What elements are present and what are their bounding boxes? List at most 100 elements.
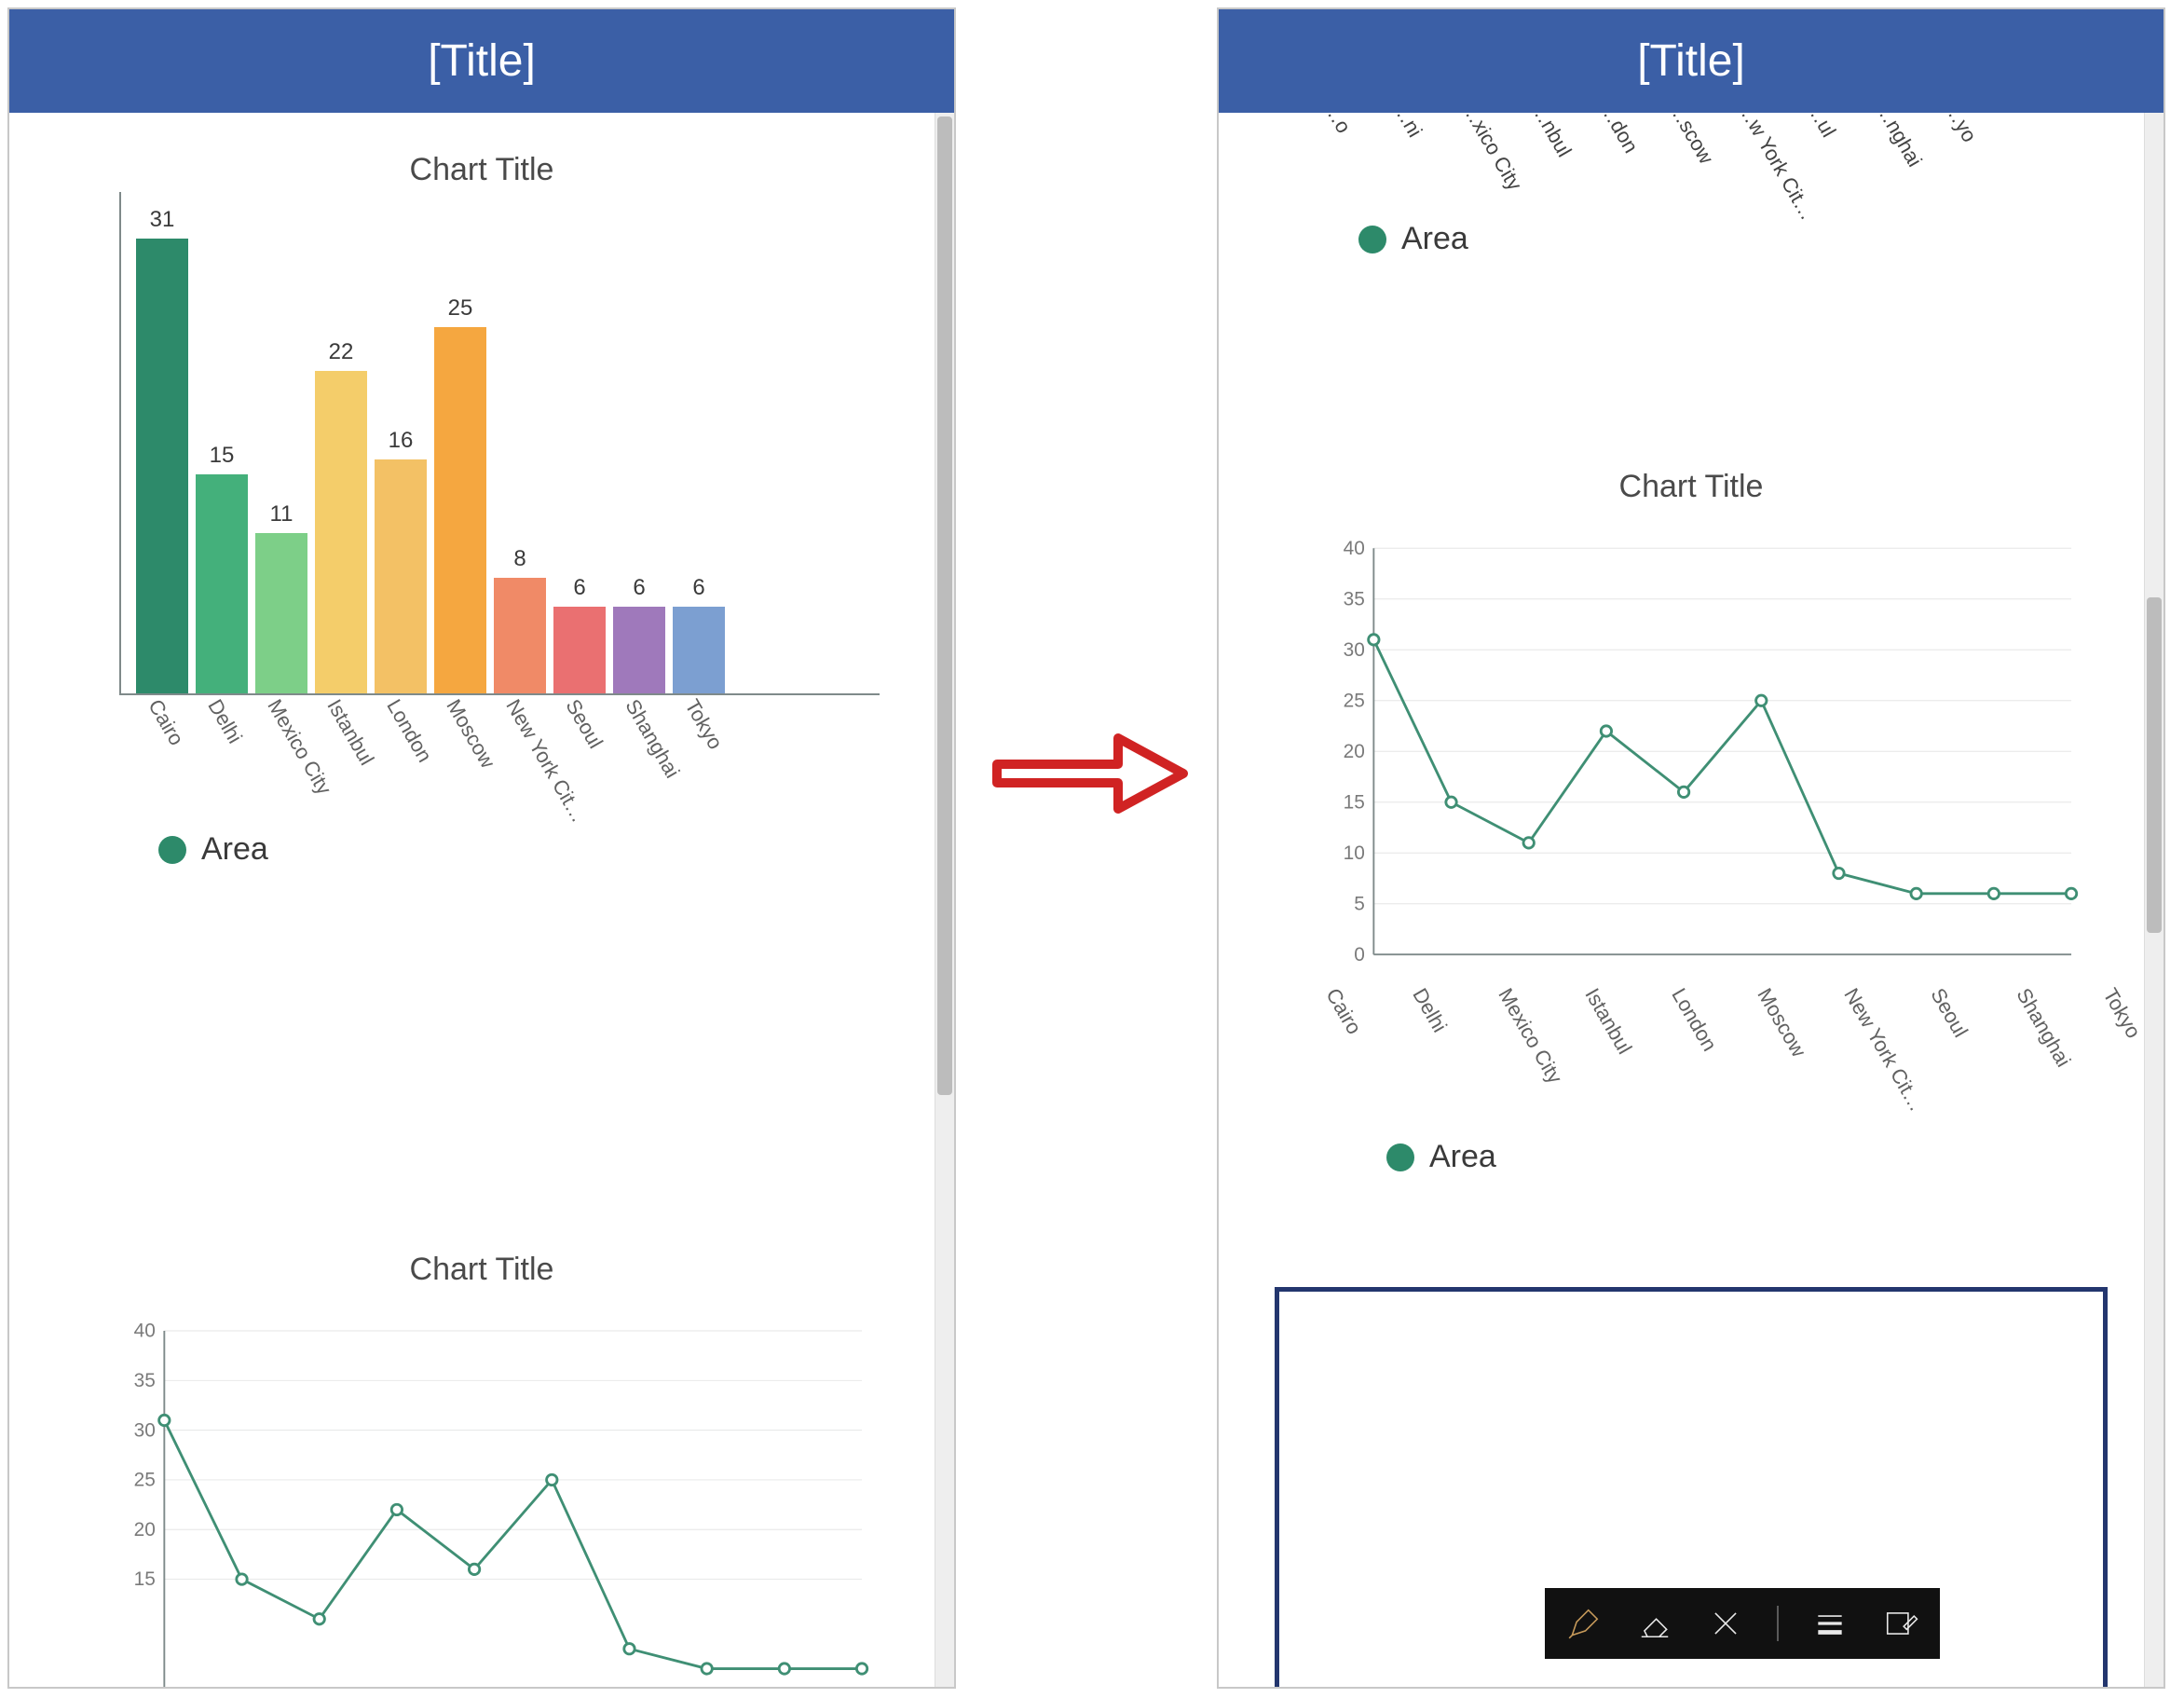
- line-series-marker[interactable]: [1756, 695, 1767, 705]
- line-series-marker[interactable]: [624, 1644, 635, 1654]
- x-tick-label-clipped: …ul: [1801, 113, 1840, 142]
- line-series-path: [164, 1420, 862, 1669]
- x-tick-label: Istanbul: [321, 695, 378, 770]
- bar-chart-block: Chart Title 3115112216258666 CairoDelhiM…: [47, 141, 917, 868]
- y-axis: [119, 192, 121, 695]
- x-tick-label: Shanghai: [2012, 984, 2076, 1072]
- y-tick-label: 30: [1344, 639, 1365, 661]
- x-tick-label: Shanghai: [620, 695, 684, 783]
- y-tick-label: 10: [1344, 842, 1365, 864]
- line-series-marker[interactable]: [856, 1664, 867, 1674]
- x-tick-label-clipped: …yo: [1939, 113, 1981, 146]
- line-series-marker[interactable]: [1601, 726, 1611, 736]
- scrollbar[interactable]: [2144, 113, 2164, 1687]
- line-series-marker[interactable]: [779, 1664, 789, 1674]
- line-series-marker[interactable]: [2066, 888, 2076, 898]
- bar[interactable]: 6: [673, 607, 725, 695]
- line-series-marker[interactable]: [702, 1664, 712, 1674]
- line-chart-canvas[interactable]: 4035302520151050: [1312, 527, 2089, 984]
- line-series-marker[interactable]: [1911, 888, 1921, 898]
- bar-value-label: 6: [633, 575, 645, 601]
- bar-fill: [613, 607, 665, 695]
- line-series-marker[interactable]: [1988, 888, 1999, 898]
- line-series-marker[interactable]: [1678, 787, 1688, 797]
- line-series-marker[interactable]: [469, 1564, 479, 1574]
- bar-fill: [673, 607, 725, 695]
- line-series-marker[interactable]: [1446, 797, 1456, 807]
- line-series-marker[interactable]: [159, 1415, 170, 1425]
- bar-x-labels: CairoDelhiMexico CityIstanbulLondonMosco…: [130, 695, 917, 807]
- bar-value-label: 31: [150, 207, 175, 233]
- bar[interactable]: 6: [553, 607, 606, 695]
- bar[interactable]: 22: [315, 371, 367, 695]
- eraser-tool-button[interactable]: [1635, 1604, 1674, 1643]
- y-tick-label: 35: [134, 1370, 156, 1391]
- left-body: Chart Title 3115112216258666 CairoDelhiM…: [9, 113, 954, 1687]
- legend-dot-icon: [1358, 226, 1386, 253]
- bar-fill: [494, 578, 546, 695]
- bar-fill: [375, 459, 427, 695]
- bar[interactable]: 8: [494, 578, 546, 695]
- scroll-thumb[interactable]: [937, 116, 952, 1095]
- bar[interactable]: 16: [375, 459, 427, 695]
- legend-dot-icon: [158, 836, 186, 864]
- line-series-marker[interactable]: [1523, 838, 1534, 848]
- legend: Area: [1386, 1139, 2126, 1175]
- close-tool-button[interactable]: [1706, 1604, 1745, 1643]
- y-tick-label: 35: [1344, 588, 1365, 609]
- bar-value-label: 6: [692, 575, 704, 601]
- bar[interactable]: 6: [613, 607, 665, 695]
- y-tick-label: 25: [134, 1470, 156, 1491]
- line-series-path: [1373, 639, 2071, 893]
- line-chart-canvas[interactable]: 403530252015: [102, 1310, 880, 1687]
- y-tick-label: 20: [1344, 741, 1365, 762]
- bar-fill: [255, 533, 307, 695]
- x-tick-label: London: [381, 695, 436, 767]
- x-tick-label-clipped: …nbul: [1525, 113, 1576, 161]
- bar[interactable]: 25: [434, 327, 486, 695]
- line-series-marker[interactable]: [547, 1474, 557, 1485]
- line-series-marker[interactable]: [237, 1574, 247, 1584]
- bar-fill: [136, 239, 188, 695]
- annotation-toolbar: [1545, 1588, 1940, 1659]
- x-tick-label: Moscow: [441, 695, 499, 773]
- y-tick-label: 15: [134, 1568, 156, 1590]
- line-x-labels: CairoDelhiMexico CityIstanbulLondonMosco…: [1331, 984, 2108, 1115]
- bar-value-label: 15: [210, 443, 235, 469]
- x-tick-label: Tokyo: [679, 695, 727, 754]
- line-chart-block: Chart Title 4035302520151050 CairoDelhiM…: [1256, 458, 2126, 1175]
- x-tick-label: Delhi: [1407, 984, 1452, 1036]
- close-icon: [1708, 1606, 1743, 1641]
- line-series-marker[interactable]: [1369, 635, 1379, 645]
- x-tick-label: Delhi: [202, 695, 247, 747]
- scrollbar[interactable]: [935, 113, 954, 1687]
- toolbar-separator: [1777, 1606, 1779, 1641]
- bar-x-labels-clipped: …o…ni…xico City…nbul…don…scow…w York Cit…: [1340, 113, 2164, 215]
- bar-value-label: 25: [448, 295, 473, 322]
- y-tick-label: 20: [134, 1519, 156, 1541]
- signature-tool-button[interactable]: [1881, 1604, 1920, 1643]
- line-series-marker[interactable]: [1834, 868, 1844, 878]
- legend-label: Area: [1429, 1139, 1496, 1175]
- bar[interactable]: 11: [255, 533, 307, 695]
- line-series-marker[interactable]: [314, 1614, 324, 1624]
- x-tick-label-clipped: …ni: [1387, 113, 1426, 142]
- line-thickness-icon: [1812, 1606, 1848, 1641]
- bar[interactable]: 15: [196, 474, 248, 695]
- chart-title: Chart Title: [47, 152, 917, 188]
- x-tick-label-clipped: …o: [1318, 113, 1356, 138]
- line-thickness-button[interactable]: [1810, 1604, 1850, 1643]
- eraser-icon: [1637, 1606, 1672, 1641]
- bar-value-label: 11: [270, 501, 293, 527]
- bar[interactable]: 31: [136, 239, 188, 695]
- y-tick-label: 40: [1344, 538, 1365, 559]
- x-tick-label-clipped: …don: [1594, 113, 1643, 157]
- bar-chart-canvas[interactable]: 3115112216258666: [121, 211, 880, 695]
- x-tick-label: Mexico City: [1494, 984, 1567, 1088]
- pen-tool-button[interactable]: [1564, 1604, 1604, 1643]
- scroll-thumb[interactable]: [2147, 597, 2162, 933]
- x-tick-label: Seoul: [1925, 984, 1972, 1042]
- signature-pen-icon: [1883, 1606, 1918, 1641]
- line-series-marker[interactable]: [391, 1504, 402, 1514]
- y-tick-label: 30: [134, 1419, 156, 1441]
